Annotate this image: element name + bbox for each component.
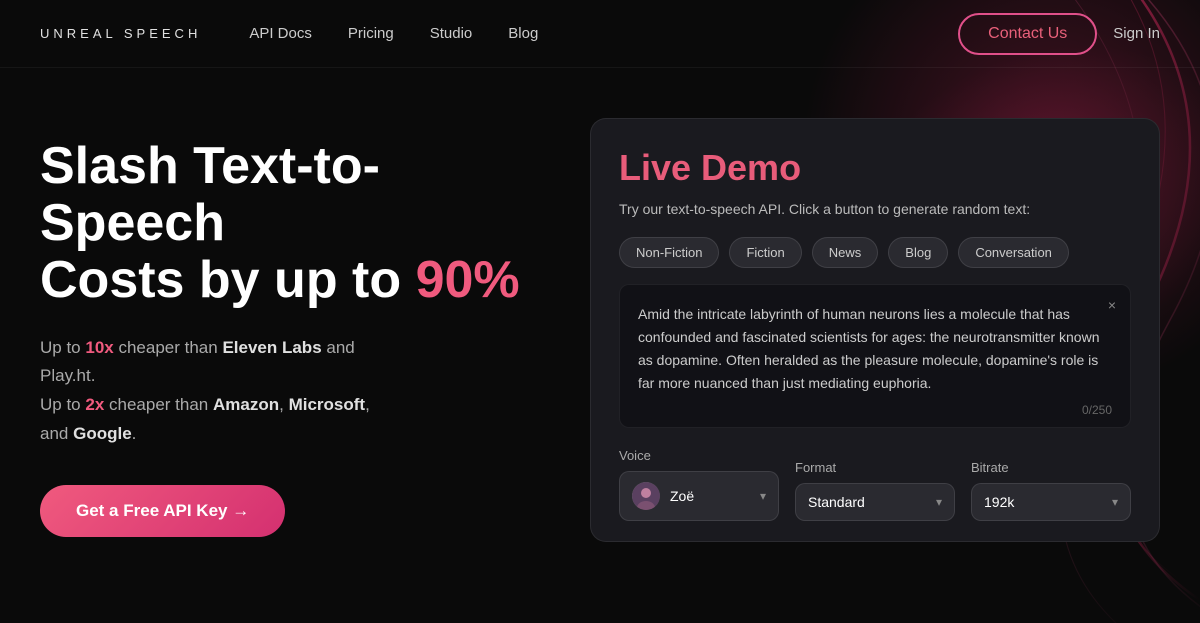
voice-control: Voice Zoë ▾ <box>619 448 779 521</box>
amazon: Amazon <box>213 395 279 414</box>
nav-item-blog[interactable]: Blog <box>508 25 538 43</box>
voice-chevron-icon: ▾ <box>760 489 766 503</box>
char-count: 0/250 <box>638 403 1112 417</box>
format-value: Standard <box>808 494 865 510</box>
pill-blog[interactable]: Blog <box>888 237 948 268</box>
nav-links: API Docs Pricing Studio Blog <box>249 25 538 43</box>
sample-text: Amid the intricate labyrinth of human ne… <box>638 303 1112 395</box>
controls-row: Voice Zoë ▾ <box>619 448 1131 521</box>
main-content: Slash Text-to-Speech Costs by up to 90% … <box>0 68 1200 542</box>
bitrate-select[interactable]: 192k ▾ <box>971 483 1131 521</box>
demo-subtitle: Try our text-to-speech API. Click a butt… <box>619 201 1131 217</box>
nav-link-blog[interactable]: Blog <box>508 25 538 42</box>
format-control: Format Standard ▾ <box>795 460 955 521</box>
bitrate-label: Bitrate <box>971 460 1131 475</box>
cta-button[interactable]: Get a Free API Key → <box>40 485 285 537</box>
format-select-inner: Standard <box>808 494 865 510</box>
logo: UNREAL SPEECH <box>40 26 201 41</box>
format-chevron-icon: ▾ <box>936 495 942 509</box>
microsoft: Microsoft <box>289 395 366 414</box>
nav-item-pricing[interactable]: Pricing <box>348 25 394 43</box>
sample-text-box: × Amid the intricate labyrinth of human … <box>619 284 1131 428</box>
bitrate-chevron-icon: ▾ <box>1112 495 1118 509</box>
voice-select-inner: Zoë <box>632 482 694 510</box>
bitrate-value: 192k <box>984 494 1014 510</box>
eleven-labs: Eleven Labs <box>222 338 321 357</box>
demo-title: Live Demo <box>619 147 1131 189</box>
demo-panel: Live Demo Try our text-to-speech API. Cl… <box>590 118 1160 542</box>
signin-button[interactable]: Sign In <box>1113 25 1160 42</box>
contact-button[interactable]: Contact Us <box>958 13 1097 55</box>
google: Google <box>73 424 132 443</box>
pill-news[interactable]: News <box>812 237 879 268</box>
pill-nonfiction[interactable]: Non-Fiction <box>619 237 719 268</box>
hero-10x: 10x <box>85 338 113 357</box>
voice-name: Zoë <box>670 488 694 504</box>
voice-label: Voice <box>619 448 779 463</box>
voice-select[interactable]: Zoë ▾ <box>619 471 779 521</box>
hero-headline-highlight: 90% <box>416 251 520 309</box>
nav-item-studio[interactable]: Studio <box>430 25 473 43</box>
bitrate-select-inner: 192k <box>984 494 1014 510</box>
hero-2x: 2x <box>85 395 104 414</box>
nav-link-studio[interactable]: Studio <box>430 25 473 42</box>
nav-right: Contact Us Sign In <box>958 13 1160 55</box>
bitrate-control: Bitrate 192k ▾ <box>971 460 1131 521</box>
subtitle-play-ht: Play.ht. <box>40 366 95 385</box>
close-icon[interactable]: × <box>1108 297 1116 313</box>
format-select[interactable]: Standard ▾ <box>795 483 955 521</box>
category-pills: Non-Fiction Fiction News Blog Conversati… <box>619 237 1131 268</box>
hero-headline-line1: Slash Text-to-Speech <box>40 137 380 252</box>
subtitle-p1: Up to 10x cheaper than Eleven Labs and <box>40 338 355 357</box>
hero-section: Slash Text-to-Speech Costs by up to 90% … <box>40 118 530 537</box>
nav-item-apidocs[interactable]: API Docs <box>249 25 312 43</box>
pill-fiction[interactable]: Fiction <box>729 237 801 268</box>
hero-headline: Slash Text-to-Speech Costs by up to 90% <box>40 138 530 310</box>
format-label: Format <box>795 460 955 475</box>
nav-left: UNREAL SPEECH API Docs Pricing Studio Bl… <box>40 25 538 43</box>
navigation: UNREAL SPEECH API Docs Pricing Studio Bl… <box>0 0 1200 68</box>
voice-avatar <box>632 482 660 510</box>
nav-link-pricing[interactable]: Pricing <box>348 25 394 42</box>
nav-link-apidocs[interactable]: API Docs <box>249 25 312 42</box>
pill-conversation[interactable]: Conversation <box>958 237 1069 268</box>
subtitle-p3: and Google. <box>40 424 136 443</box>
hero-headline-line2-prefix: Costs by up to <box>40 251 416 309</box>
subtitle-p2: Up to 2x cheaper than Amazon, Microsoft, <box>40 395 370 414</box>
hero-subtitle: Up to 10x cheaper than Eleven Labs and P… <box>40 334 530 450</box>
